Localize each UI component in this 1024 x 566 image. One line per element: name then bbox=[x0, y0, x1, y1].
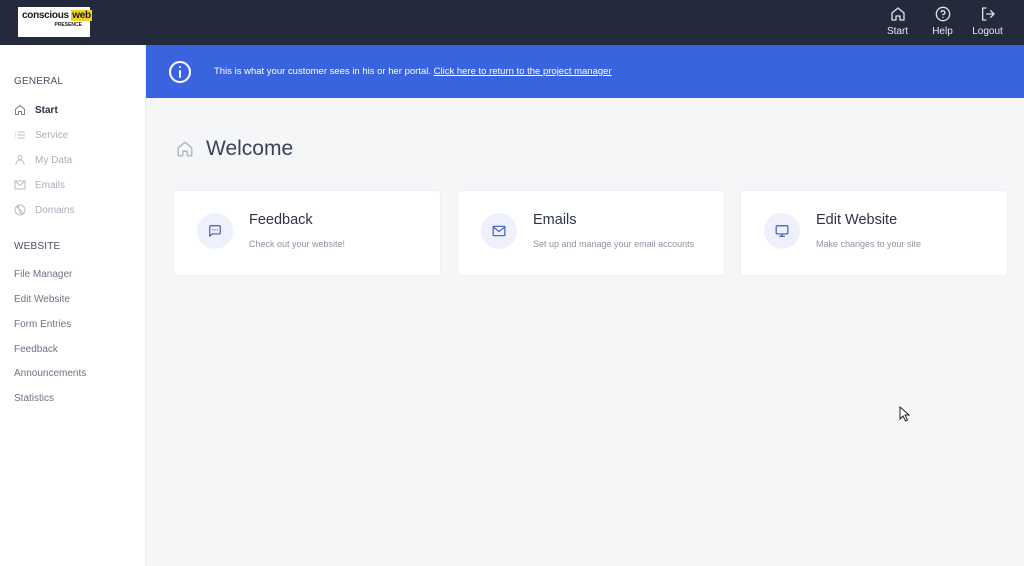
logout-button[interactable]: Logout bbox=[965, 6, 1010, 37]
sidebar-item-domains[interactable]: Domains bbox=[14, 203, 74, 217]
mail-icon bbox=[14, 180, 26, 190]
card-description: Set up and manage your email accounts bbox=[533, 239, 695, 249]
help-circle-icon bbox=[935, 6, 950, 22]
top-bar: conscious web PRESENCE Start Help Logout bbox=[0, 0, 1024, 45]
card-description: Check out your website! bbox=[249, 239, 346, 249]
monitor-icon bbox=[775, 225, 789, 237]
info-icon bbox=[169, 60, 191, 83]
banner-message: This is what your customer sees in his o… bbox=[214, 66, 432, 77]
start-button[interactable]: Start bbox=[875, 6, 920, 37]
sidebar-item-start[interactable]: Start bbox=[14, 103, 58, 117]
mouse-cursor-icon bbox=[899, 406, 911, 422]
help-label: Help bbox=[932, 26, 953, 37]
sidebar-item-label: My Data bbox=[35, 154, 73, 166]
sidebar-item-emails[interactable]: Emails bbox=[14, 178, 65, 192]
user-icon bbox=[15, 155, 25, 165]
globe-icon bbox=[14, 204, 26, 216]
start-label: Start bbox=[886, 26, 909, 37]
sidebar-item-my-data[interactable]: My Data bbox=[14, 153, 72, 167]
card-title: Emails bbox=[533, 212, 577, 228]
card-title: Edit Website bbox=[816, 212, 898, 228]
chat-icon bbox=[209, 225, 221, 237]
help-button[interactable]: Help bbox=[920, 6, 965, 37]
logo-word-presence: PRESENCE bbox=[54, 22, 82, 28]
sidebar-item-label: Domains bbox=[35, 204, 75, 216]
sidebar-item-announcements[interactable]: Announcements bbox=[14, 368, 86, 379]
logout-label: Logout bbox=[972, 26, 1003, 37]
sidebar-item-edit-website[interactable]: Edit Website bbox=[14, 294, 70, 305]
home-icon bbox=[177, 141, 193, 157]
page-title: Welcome bbox=[206, 137, 294, 160]
sidebar-section-general: GENERAL bbox=[14, 76, 64, 87]
card-title: Feedback bbox=[249, 212, 313, 228]
sidebar-item-label: Emails bbox=[35, 179, 66, 191]
logo-word-web: web bbox=[71, 10, 92, 21]
sidebar-section-website: WEBSITE bbox=[14, 241, 61, 252]
top-actions: Start Help Logout bbox=[875, 6, 1010, 37]
company-logo[interactable]: conscious web PRESENCE bbox=[18, 7, 92, 37]
info-banner: This is what your customer sees in his o… bbox=[146, 45, 1024, 98]
sidebar-item-feedback[interactable]: Feedback bbox=[14, 344, 58, 355]
list-icon bbox=[15, 131, 25, 139]
sidebar-item-label: Start bbox=[35, 104, 58, 116]
sidebar: GENERAL Start Service My Data Emails Dom… bbox=[0, 45, 146, 566]
feedback-card[interactable]: Feedback Check out your website! bbox=[174, 191, 440, 275]
sidebar-item-statistics[interactable]: Statistics bbox=[14, 393, 54, 404]
edit-website-card[interactable]: Edit Website Make changes to your site bbox=[741, 191, 1007, 275]
home-icon bbox=[890, 7, 905, 21]
return-to-project-manager-link[interactable]: Click here to return to the project mana… bbox=[434, 66, 612, 77]
sidebar-item-label: Service bbox=[35, 129, 69, 141]
home-icon bbox=[15, 105, 25, 115]
mail-icon bbox=[492, 225, 506, 237]
emails-card[interactable]: Emails Set up and manage your email acco… bbox=[458, 191, 724, 275]
card-description: Make changes to your site bbox=[816, 239, 922, 249]
sidebar-item-file-manager[interactable]: File Manager bbox=[14, 269, 72, 280]
logo-word-conscious: conscious bbox=[22, 10, 69, 21]
sidebar-item-form-entries[interactable]: Form Entries bbox=[14, 319, 71, 330]
logout-icon bbox=[981, 7, 995, 21]
sidebar-item-service[interactable]: Service bbox=[14, 128, 68, 142]
page-header: Welcome bbox=[176, 137, 293, 161]
